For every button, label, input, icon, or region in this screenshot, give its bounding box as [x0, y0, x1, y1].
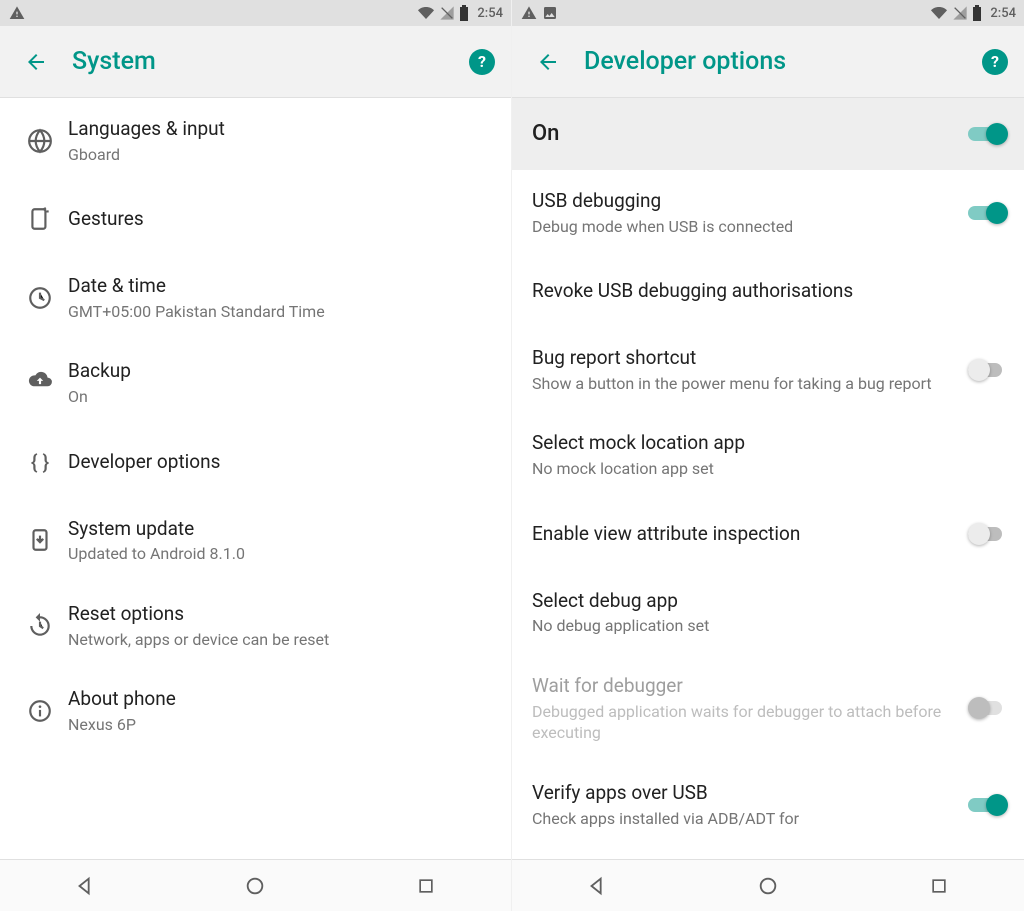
- settings-item-backup[interactable]: Backup On: [0, 340, 511, 425]
- toggle-switch[interactable]: [968, 202, 1008, 224]
- alert-icon: [8, 5, 26, 21]
- page-title: System: [72, 47, 469, 76]
- nav-home-button[interactable]: [738, 866, 798, 906]
- option-wait-for-debugger: Wait for debugger Debugged application w…: [512, 655, 1024, 762]
- navigation-bar: [0, 859, 511, 911]
- signal-icon: [952, 5, 968, 21]
- battery-icon: [459, 5, 469, 21]
- settings-item-reset[interactable]: Reset options Network, apps or device ca…: [0, 583, 511, 668]
- toggle-switch[interactable]: [968, 794, 1008, 816]
- item-sublabel: No debug application set: [532, 615, 996, 637]
- nav-back-button[interactable]: [55, 866, 115, 906]
- item-sublabel: Updated to Android 8.1.0: [68, 543, 483, 565]
- info-icon: [12, 698, 68, 724]
- help-button[interactable]: ?: [982, 49, 1008, 75]
- master-toggle-label: On: [532, 119, 956, 149]
- braces-icon: { }: [12, 450, 68, 474]
- image-icon: [542, 5, 558, 21]
- item-sublabel: Check apps installed via ADB/ADT for: [532, 808, 956, 830]
- toggle-switch: [968, 697, 1008, 719]
- status-time: 2:54: [990, 6, 1016, 21]
- back-button[interactable]: [528, 42, 568, 82]
- gestures-icon: [12, 206, 68, 232]
- option-revoke-usb-auth[interactable]: Revoke USB debugging authorisations: [512, 255, 1024, 327]
- settings-item-gestures[interactable]: Gestures: [0, 183, 511, 255]
- system-settings-screen: 2:54 System ? Languages & input Gboard: [0, 0, 512, 911]
- option-usb-debugging[interactable]: USB debugging Debug mode when USB is con…: [512, 170, 1024, 255]
- back-button[interactable]: [16, 42, 56, 82]
- item-label: About phone: [68, 686, 483, 712]
- item-label: Wait for debugger: [532, 673, 956, 699]
- cloud-upload-icon: [12, 370, 68, 396]
- status-bar: 2:54: [512, 0, 1024, 26]
- item-sublabel: Network, apps or device can be reset: [68, 629, 483, 651]
- clock-icon: [12, 285, 68, 311]
- developer-options-master-toggle[interactable]: On: [512, 98, 1024, 170]
- item-label: Reset options: [68, 601, 483, 627]
- nav-overview-button[interactable]: [396, 866, 456, 906]
- item-sublabel: Debug mode when USB is connected: [532, 216, 956, 238]
- developer-options-list: On USB debugging Debug mode when USB is …: [512, 98, 1024, 859]
- item-label: Backup: [68, 358, 483, 384]
- item-label: Bug report shortcut: [532, 345, 956, 371]
- item-label: USB debugging: [532, 188, 956, 214]
- item-label: Verify apps over USB: [532, 780, 956, 806]
- battery-icon: [972, 5, 982, 21]
- item-label: System update: [68, 516, 483, 542]
- item-sublabel: Nexus 6P: [68, 714, 483, 736]
- option-verify-apps-usb[interactable]: Verify apps over USB Check apps installe…: [512, 762, 1024, 834]
- item-label: Date & time: [68, 273, 483, 299]
- item-sublabel: On: [68, 386, 483, 408]
- option-bugreport-shortcut[interactable]: Bug report shortcut Show a button in the…: [512, 327, 1024, 412]
- option-select-debug-app[interactable]: Select debug app No debug application se…: [512, 570, 1024, 655]
- settings-item-datetime[interactable]: Date & time GMT+05:00 Pakistan Standard …: [0, 255, 511, 340]
- settings-item-system-update[interactable]: System update Updated to Android 8.1.0: [0, 498, 511, 583]
- item-sublabel: Debugged application waits for debugger …: [532, 701, 956, 744]
- item-label: Languages & input: [68, 116, 483, 142]
- app-bar: Developer options ?: [512, 26, 1024, 98]
- nav-home-button[interactable]: [225, 866, 285, 906]
- option-mock-location[interactable]: Select mock location app No mock locatio…: [512, 412, 1024, 497]
- status-bar: 2:54: [0, 0, 511, 26]
- settings-list: Languages & input Gboard Gestures: [0, 98, 511, 859]
- settings-item-developer-options[interactable]: { } Developer options: [0, 426, 511, 498]
- signal-icon: [439, 5, 455, 21]
- item-label: Enable view attribute inspection: [532, 521, 956, 547]
- app-bar: System ?: [0, 26, 511, 98]
- settings-item-about[interactable]: About phone Nexus 6P: [0, 668, 511, 753]
- nav-back-button[interactable]: [567, 866, 627, 906]
- settings-item-languages[interactable]: Languages & input Gboard: [0, 98, 511, 183]
- status-time: 2:54: [477, 6, 503, 21]
- toggle-switch[interactable]: [968, 123, 1008, 145]
- item-label: Gestures: [68, 206, 483, 232]
- help-button[interactable]: ?: [469, 49, 495, 75]
- update-icon: [12, 527, 68, 553]
- toggle-switch[interactable]: [968, 523, 1008, 545]
- item-label: Developer options: [68, 449, 483, 475]
- item-sublabel: No mock location app set: [532, 458, 996, 480]
- toggle-switch[interactable]: [968, 359, 1008, 381]
- item-label: Revoke USB debugging authorisations: [532, 278, 996, 304]
- alert-icon: [520, 5, 538, 21]
- reset-icon: [12, 613, 68, 639]
- option-view-attr-inspection[interactable]: Enable view attribute inspection: [512, 498, 1024, 570]
- item-sublabel: GMT+05:00 Pakistan Standard Time: [68, 301, 483, 323]
- page-title: Developer options: [584, 47, 982, 76]
- globe-icon: [12, 128, 68, 154]
- developer-options-screen: 2:54 Developer options ? On USB debuggin…: [512, 0, 1024, 911]
- wifi-icon: [417, 5, 435, 21]
- nav-overview-button[interactable]: [909, 866, 969, 906]
- navigation-bar: [512, 859, 1024, 911]
- item-sublabel: Show a button in the power menu for taki…: [532, 373, 956, 395]
- item-label: Select debug app: [532, 588, 996, 614]
- item-label: Select mock location app: [532, 430, 996, 456]
- wifi-icon: [930, 5, 948, 21]
- item-sublabel: Gboard: [68, 144, 483, 166]
